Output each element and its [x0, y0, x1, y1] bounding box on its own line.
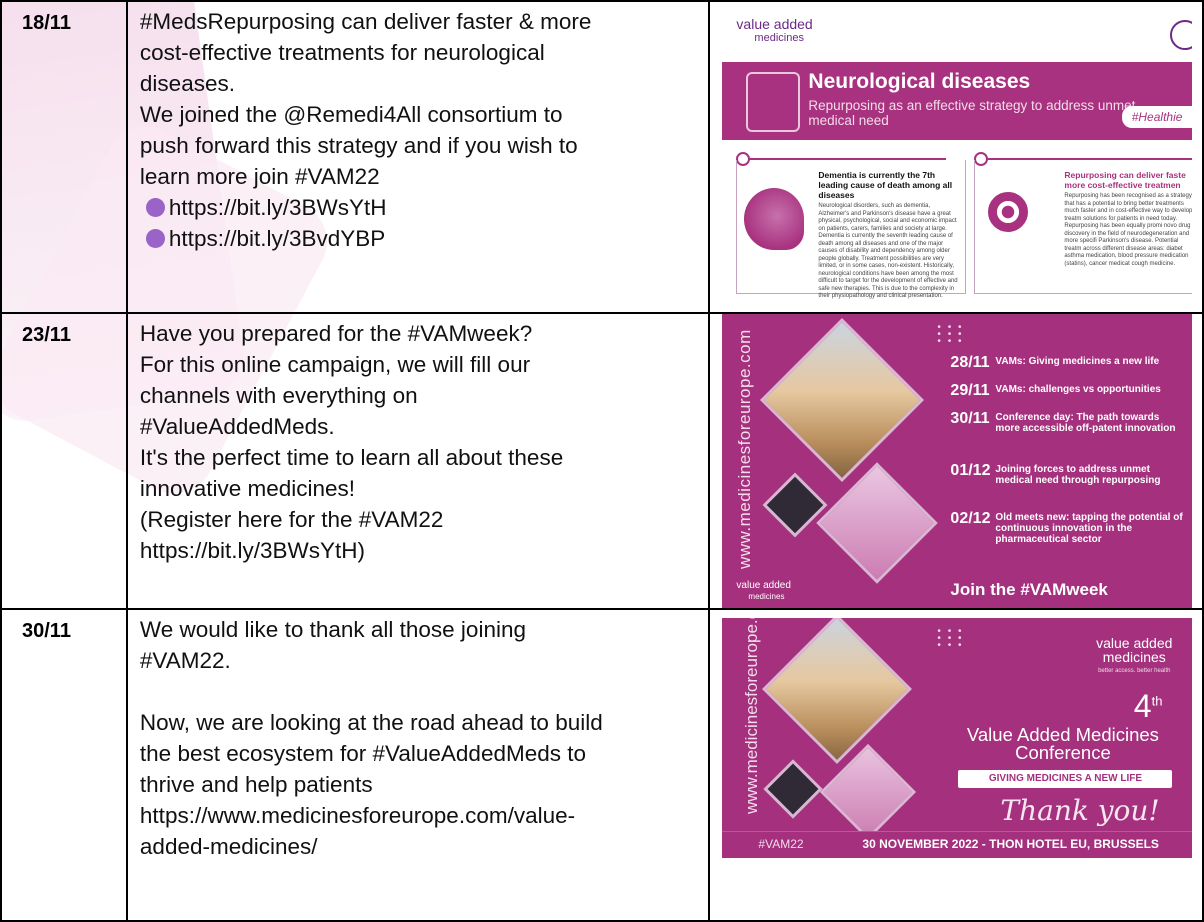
- vam-logo: value added medicines better access. bett…: [1096, 635, 1173, 674]
- vam-logo: value added medicines: [736, 16, 813, 44]
- bullet-icon: [145, 198, 165, 217]
- bullet-icon: [145, 229, 165, 248]
- photo-pills: [816, 462, 939, 584]
- brain-icon: [746, 72, 801, 132]
- dots-icon: • • • • • • • • •: [937, 322, 964, 347]
- post-image-cell: value added medicines Neurological diseas…: [708, 0, 1204, 314]
- post-image-cell: www.medicinesforeurope.com • • • • • • • •…: [708, 608, 1204, 922]
- infographic-subtitle: Repurposing as an effective strategy to …: [808, 98, 1136, 128]
- edition-number: 4th: [1133, 688, 1163, 724]
- post-text: Have you prepared for the #VAMweek? For …: [125, 312, 711, 610]
- post-link[interactable]: https://bit.ly/3BWsYtH: [169, 195, 387, 220]
- conference-title: Value Added Medicines Conference: [966, 724, 1159, 763]
- vertical-url: www.medicinesforeurope.com: [735, 329, 755, 569]
- footer-hashtag: #VAM22: [758, 837, 804, 851]
- posts-table: 18/11 #MedsRepurposing can deliver faste…: [0, 0, 1204, 922]
- infographic-hashtag: #Healthie: [1121, 106, 1193, 128]
- post-link[interactable]: added-medicines/: [140, 831, 699, 862]
- vertical-url: www.medicinesforeurope.com: [742, 618, 762, 814]
- join-vamweek-cta: Join the #VAMweek: [950, 580, 1108, 599]
- post-date: 30/11: [0, 608, 128, 922]
- thank-you-text: Thank you!: [1000, 794, 1160, 827]
- vam-logo: value added medicines: [736, 580, 791, 601]
- footer-event-info: 30 NOVEMBER 2022 - THON HOTEL EU, BRUSSE…: [862, 837, 1159, 851]
- post-image-cell: www.medicinesforeurope.com • • • • • • • •…: [708, 312, 1204, 610]
- thank-you-infographic: www.medicinesforeurope.com • • • • • • • •…: [722, 618, 1193, 858]
- neuro-infographic: value added medicines Neurological diseas…: [722, 10, 1193, 300]
- post-link[interactable]: https://www.medicinesforeurope.com/value…: [140, 800, 699, 831]
- post-text: #MedsRepurposing can deliver faster & mo…: [125, 0, 711, 314]
- photo-grand-place: [760, 317, 925, 483]
- post-link[interactable]: https://bit.ly/3BvdYBP: [169, 226, 385, 251]
- head-icon: [744, 188, 805, 250]
- mfe-logo-icon: [1170, 20, 1193, 50]
- photo-hourglass: [762, 472, 828, 538]
- post-text: We would like to thank all those joining…: [125, 608, 711, 922]
- tagline-pill: GIVING MEDICINES A NEW LIFE: [958, 770, 1173, 788]
- photo-grand-place: [762, 618, 913, 764]
- photo-hourglass: [763, 759, 824, 819]
- dots-icon: • • • • • • • • •: [937, 626, 964, 651]
- post-date: 23/11: [0, 312, 128, 610]
- vamweek-infographic: www.medicinesforeurope.com • • • • • • • •…: [722, 314, 1193, 608]
- post-date: 18/11: [0, 0, 128, 314]
- infographic-title: Neurological diseases: [808, 70, 1031, 93]
